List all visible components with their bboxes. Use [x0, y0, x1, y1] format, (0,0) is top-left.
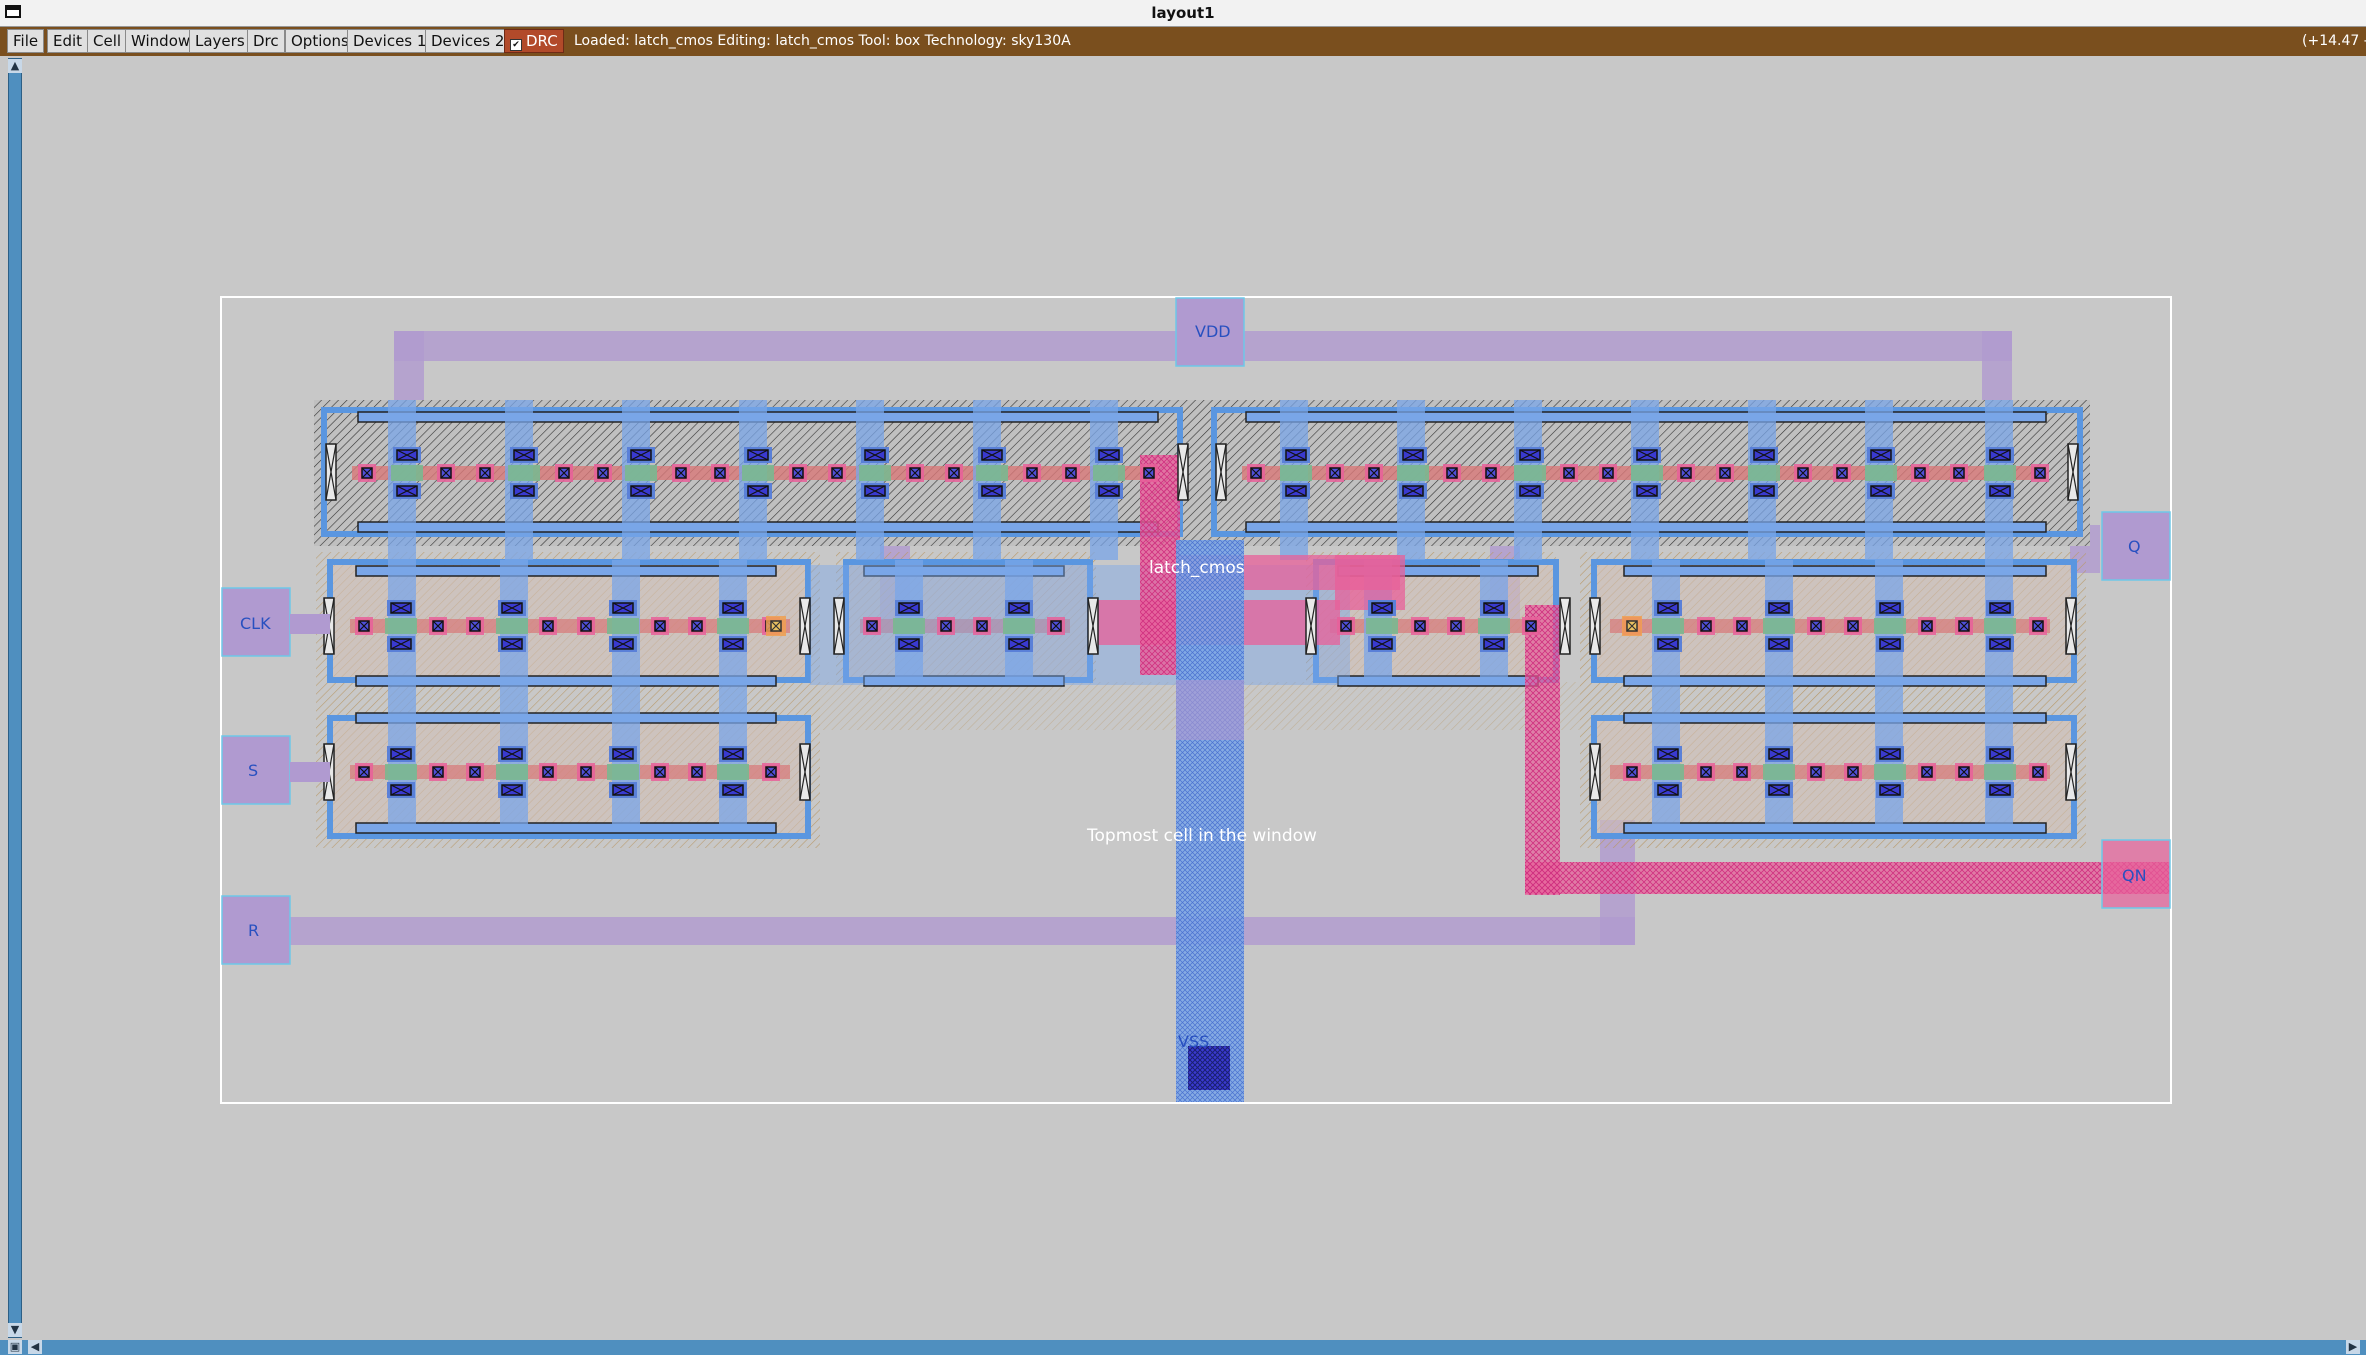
scroll-left-arrow-icon[interactable]: ◀ [28, 1340, 42, 1354]
pmos-row [314, 400, 2090, 546]
pin-label-r: R [248, 921, 260, 940]
layout-canvas[interactable] [0, 0, 2366, 1340]
pin-label-qn: QN [2122, 866, 2147, 885]
pin-label-s: S [248, 761, 259, 780]
cell-name-label: latch_cmos [1149, 558, 1245, 578]
scroll-corner-icon[interactable]: ▣ [8, 1340, 22, 1354]
pin-label-vdd: VDD [1195, 322, 1231, 341]
scroll-right-arrow-icon[interactable]: ▶ [2346, 1340, 2360, 1354]
vss-spine [1176, 540, 1244, 1102]
pin-label-clk: CLK [240, 614, 271, 633]
horizontal-scrollbar[interactable]: ▣ ◀ ▶ [0, 1340, 2366, 1355]
pin-label-vss: VSS [1178, 1032, 1210, 1051]
topmost-cell-label: Topmost cell in the window [1087, 826, 1317, 846]
pin-label-q: Q [2128, 537, 2141, 556]
